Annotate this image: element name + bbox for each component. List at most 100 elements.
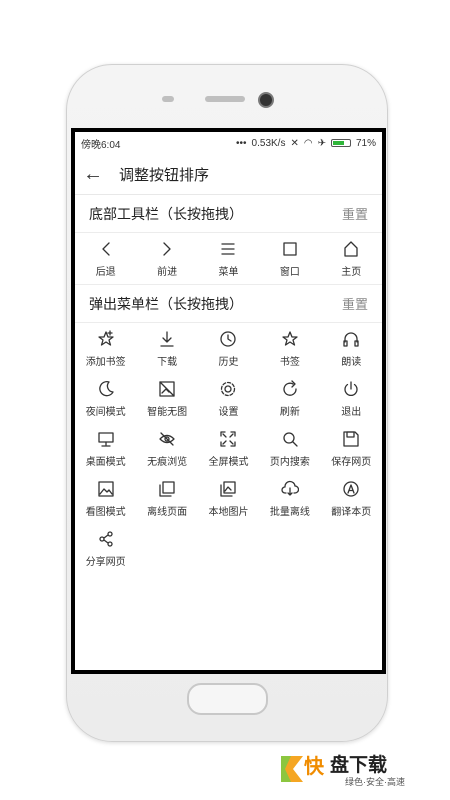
status-bar: 傍晚6:04 ••• 0.53K/s ✕ ◠ ✈ 71%: [75, 132, 382, 154]
wifi-icon: ◠: [303, 137, 313, 149]
menu-item-cloud-download[interactable]: 批量离线: [259, 474, 320, 524]
toolbar-item-label: 前进: [157, 267, 178, 278]
watermark-title: 盘下载: [330, 755, 388, 776]
menu-item-label: 离线页面: [147, 507, 188, 518]
menu-item-local-images[interactable]: 本地图片: [198, 474, 259, 524]
home-button[interactable]: [187, 683, 268, 715]
toolbar-item-menu[interactable]: 菜单: [198, 234, 259, 284]
image-icon: [98, 481, 114, 497]
back-arrow-icon[interactable]: ←: [83, 163, 113, 186]
menu-item-label: 刷新: [279, 407, 300, 418]
menu-item-download[interactable]: 下载: [136, 324, 197, 374]
offline-page-icon: [159, 481, 175, 497]
toolbar-item-back[interactable]: 后退: [75, 234, 136, 284]
title-bar: ← 调整按钮排序: [75, 154, 382, 195]
share-icon: [99, 531, 113, 547]
menu-item-offline-page[interactable]: 离线页面: [136, 474, 197, 524]
menu-item-label: 保存网页: [331, 457, 372, 468]
toolbar-item-home[interactable]: 主页: [321, 234, 382, 284]
menu-item-label: 翻译本页: [331, 507, 372, 518]
menu-item-label: 夜间模式: [85, 407, 126, 418]
airplane-icon: ✈: [317, 137, 326, 149]
sensor-dot: [162, 96, 174, 102]
bookmark-icon: [282, 331, 298, 346]
menu-item-image[interactable]: 看图模式: [75, 474, 136, 524]
power-icon: [344, 381, 358, 396]
speaker-grille: [205, 96, 245, 102]
bottom-toolbar-title: 底部工具栏（长按拖拽）: [89, 205, 243, 222]
battery-percent: 71%: [355, 137, 376, 149]
menu-item-label: 设置: [218, 407, 239, 418]
menu-item-label: 批量离线: [269, 507, 310, 518]
popup-menu-grid: 添加书签 下载 历史 书签 朗读夜间模式 智能无图 设置 刷新 退出桌面模式 无痕浏览 全屏模式 页内…: [75, 324, 382, 574]
menu-item-label: 页内搜索: [269, 457, 310, 468]
back-icon: [102, 242, 110, 256]
toolbar-item-label: 主页: [341, 267, 362, 278]
bottom-toolbar-reset-button[interactable]: 重置: [342, 204, 368, 223]
menu-item-search[interactable]: 页内搜索: [259, 424, 320, 474]
bottom-toolbar-grid: 后退 前进 菜单 窗口 主页: [75, 234, 382, 285]
eye-off-icon: [159, 432, 175, 446]
page-title: 调整按钮排序: [119, 166, 210, 184]
menu-item-refresh[interactable]: 刷新: [259, 374, 320, 424]
menu-item-no-image[interactable]: 智能无图: [136, 374, 197, 424]
screen: 傍晚6:04 ••• 0.53K/s ✕ ◠ ✈ 71% ← 调整按钮排序 底部…: [71, 128, 386, 674]
fullscreen-icon: [220, 431, 237, 447]
menu-item-gear[interactable]: 设置: [198, 374, 259, 424]
bottom-toolbar-header: 底部工具栏（长按拖拽） 重置: [75, 195, 382, 233]
menu-item-label: 智能无图: [147, 407, 188, 418]
menu-item-share[interactable]: 分享网页: [75, 524, 136, 574]
desktop-icon: [98, 432, 114, 447]
forward-icon: [163, 242, 171, 256]
gear-icon: [221, 381, 236, 397]
menu-item-label: 下载: [157, 357, 178, 368]
save-icon: [343, 431, 359, 447]
local-images-icon: [220, 481, 237, 497]
headphones-icon: [343, 332, 359, 347]
status-time: 傍晚6:04: [81, 139, 121, 151]
menu-item-headphones[interactable]: 朗读: [321, 324, 382, 374]
menu-item-translate[interactable]: 翻译本页: [321, 474, 382, 524]
menu-item-eye-off[interactable]: 无痕浏览: [136, 424, 197, 474]
history-icon: [220, 331, 237, 347]
battery-icon: [330, 139, 351, 147]
cloud-download-icon: [281, 480, 299, 496]
mute-icon: ✕: [290, 137, 299, 149]
popup-menu-reset-button[interactable]: 重置: [342, 294, 368, 313]
more-dots-icon: •••: [236, 137, 247, 149]
menu-item-label: 桌面模式: [85, 457, 126, 468]
menu-item-fullscreen[interactable]: 全屏模式: [198, 424, 259, 474]
menu-item-label: 朗读: [341, 357, 362, 368]
menu-item-label: 分享网页: [85, 557, 126, 568]
moon-icon: [98, 381, 114, 397]
menu-item-history[interactable]: 历史: [198, 324, 259, 374]
toolbar-item-window[interactable]: 窗口: [259, 234, 320, 284]
front-camera: [258, 92, 274, 108]
menu-item-label: 看图模式: [85, 507, 126, 518]
menu-item-moon[interactable]: 夜间模式: [75, 374, 136, 424]
add-bookmark-icon: [98, 330, 114, 346]
menu-item-desktop[interactable]: 桌面模式: [75, 424, 136, 474]
menu-item-bookmark[interactable]: 书签: [259, 324, 320, 374]
menu-item-label: 全屏模式: [208, 457, 249, 468]
refresh-icon: [283, 380, 297, 396]
toolbar-item-label: 后退: [95, 267, 116, 278]
menu-item-label: 本地图片: [208, 507, 249, 518]
no-image-icon: [159, 381, 175, 397]
watermark-logo-char: 快: [304, 756, 324, 778]
menu-item-power[interactable]: 退出: [321, 374, 382, 424]
window-icon: [283, 242, 297, 256]
popup-menu-title: 弹出菜单栏（长按拖拽）: [89, 295, 243, 312]
menu-item-label: 书签: [279, 357, 300, 368]
watermark-subtitle: 绿色·安全·高速: [345, 777, 405, 787]
toolbar-item-forward[interactable]: 前进: [136, 234, 197, 284]
translate-icon: [343, 481, 359, 497]
menu-item-add-bookmark[interactable]: 添加书签: [75, 324, 136, 374]
menu-item-save[interactable]: 保存网页: [321, 424, 382, 474]
menu-icon: [221, 243, 236, 255]
menu-item-label: 历史: [218, 357, 239, 368]
home-icon: [344, 241, 358, 257]
menu-item-label: 退出: [341, 407, 362, 418]
search-icon: [283, 432, 298, 447]
network-speed: 0.53K/s: [251, 137, 286, 149]
